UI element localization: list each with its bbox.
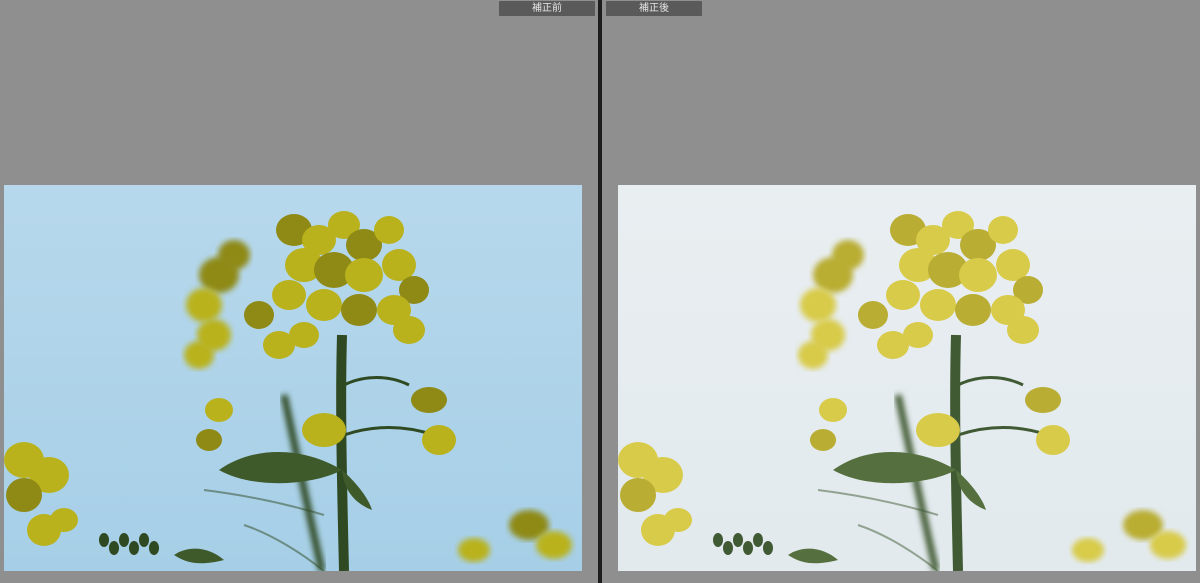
flower-petal [422,425,456,455]
flower-petal [272,280,306,310]
flower-petal [186,288,222,322]
flower-petal [6,478,42,512]
flower-petal [1072,538,1104,562]
flower-petal [374,216,404,244]
flower-petal [903,322,933,348]
flower-petal [196,429,222,451]
flower-petal [50,508,78,532]
after-label: 補正後 [606,1,702,16]
bud [139,533,149,547]
bud [733,533,743,547]
flower-petal [536,531,572,559]
flower-petal [289,322,319,348]
flower-petal [886,280,920,310]
flower-petal [832,240,864,270]
bud [149,541,159,555]
before-label: 補正前 [499,1,595,16]
flower-petal [302,413,346,447]
flower-petal [411,387,447,413]
flower-petal [341,294,377,326]
bud [763,541,773,555]
flower-petal [810,429,836,451]
flower-petal [620,478,656,512]
bud [723,541,733,555]
bud [713,533,723,547]
after-pane: 補正後 [602,0,1200,583]
before-after-compare-view: 補正前 補正後 [0,0,1200,583]
before-pane: 補正前 [0,0,598,583]
after-photo-image [618,185,1196,571]
flower-petal [1007,316,1039,344]
flower-petal [920,289,956,321]
flower-petal [306,289,342,321]
before-photo-image [4,185,582,571]
bud [743,541,753,555]
bud [129,541,139,555]
flower-petal [819,398,847,422]
flower-petal [382,249,416,281]
flower-petal [205,398,233,422]
after-photo[interactable] [618,185,1196,571]
flower-petal [996,249,1030,281]
flower-petal [800,288,836,322]
flower-petal [858,301,888,329]
flower-petal [244,301,274,329]
bud [753,533,763,547]
flower-petal [988,216,1018,244]
bud [99,533,109,547]
flower-petal [916,413,960,447]
flower-petal [798,341,828,369]
flower-petal [1150,531,1186,559]
flower-petal [959,258,997,292]
bud [119,533,129,547]
flower-petal [1036,425,1070,455]
main-stem [336,334,349,571]
bud [109,541,119,555]
flower-petal [458,538,490,562]
flower-petal [1025,387,1061,413]
flower-petal [345,258,383,292]
flower-petal [955,294,991,326]
before-photo[interactable] [4,185,582,571]
flower-petal [664,508,692,532]
flower-petal [218,240,250,270]
flower-petal [393,316,425,344]
flower-petal [184,341,214,369]
main-stem [950,334,963,571]
